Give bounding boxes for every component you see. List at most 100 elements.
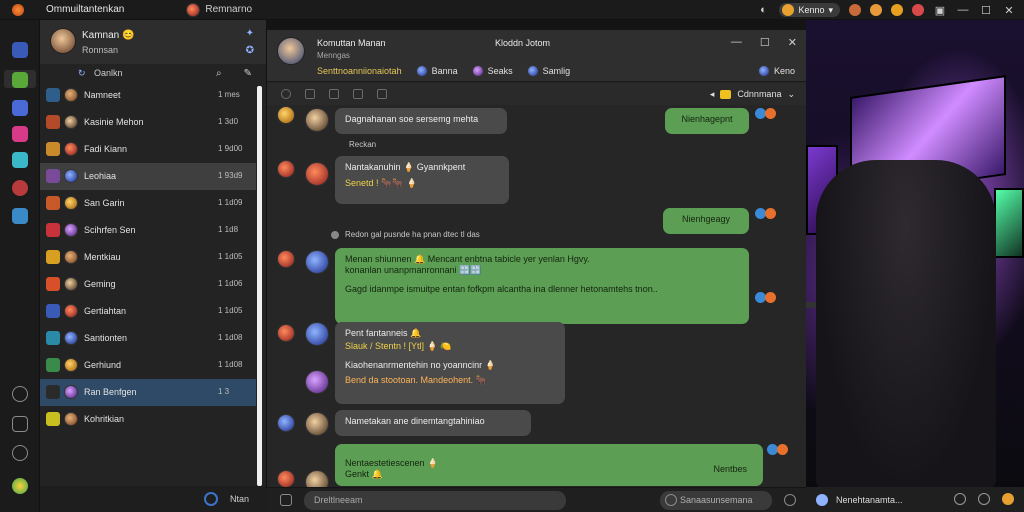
status-pill-label: Kenno: [798, 5, 825, 15]
chat-avatar: [64, 115, 78, 129]
outgoing-message[interactable]: Nentaestetiescenen 🍦 Genkt 🔔 Nentbes: [335, 444, 763, 486]
outgoing-message[interactable]: Menan shiunnen 🔔 Mencant enbtna tabicle …: [335, 248, 749, 324]
chat-name: Kasinie Mehon: [84, 117, 144, 127]
pin-icon[interactable]: [377, 89, 387, 99]
rail-app-icon-1[interactable]: [12, 42, 28, 58]
chat-list-item[interactable]: Geming 1 1d06: [40, 271, 256, 298]
share-icon[interactable]: [954, 493, 966, 505]
members-online[interactable]: Senttnoanniionaiotah: [317, 66, 402, 76]
outgoing-message[interactable]: Nienhagepnt: [665, 108, 749, 134]
chat-name: Santionten: [84, 333, 128, 343]
rail-app-icon-6[interactable]: [12, 180, 28, 196]
chat-list-item[interactable]: Leohiaa 1 93d9: [40, 163, 256, 190]
notification-icon[interactable]: [912, 4, 924, 16]
reaction-icons[interactable]: [755, 108, 779, 122]
message-bubble[interactable]: Nantakanuhin 🍦 Gyannkpent Senetd ! 🐂🐂 🍦: [335, 156, 509, 204]
chat-list-item[interactable]: Gerhiund 1 1d08: [40, 352, 256, 379]
chat-avatar[interactable]: [277, 37, 305, 65]
rail-app-icon-7[interactable]: [12, 208, 28, 224]
attach-icon[interactable]: [280, 494, 292, 506]
minimize-button[interactable]: —: [956, 4, 970, 16]
sender-avatar: [305, 370, 329, 394]
close-button[interactable]: ✕: [1002, 4, 1016, 17]
close-button[interactable]: ✕: [788, 36, 797, 49]
sender-avatar: [277, 160, 295, 178]
current-user[interactable]: Remnarno: [186, 2, 252, 17]
secondary-input[interactable]: Sanaasunsemana: [660, 491, 772, 510]
member-name: Seaks: [487, 66, 513, 76]
outgoing-message[interactable]: Nienhgeagy: [663, 208, 749, 234]
bell-icon[interactable]: ✪: [246, 45, 254, 56]
chat-time: 1 mes: [218, 90, 240, 99]
image-icon[interactable]: [329, 89, 339, 99]
chat-list-item[interactable]: Fadi Kiann 1 9d00: [40, 136, 256, 163]
member-1[interactable]: Banna: [415, 65, 458, 77]
search-icon[interactable]: ⌕: [216, 68, 222, 79]
chat-list-item[interactable]: Ran Benfgen 1 3: [40, 379, 256, 406]
background-image: [806, 20, 1024, 487]
maximize-button[interactable]: ☐: [979, 4, 993, 17]
chat-list-item[interactable]: San Garin 1 1d09: [40, 190, 256, 217]
rail-files-icon[interactable]: [12, 416, 28, 432]
channel-icon: [46, 223, 60, 237]
header-right[interactable]: Keno: [757, 65, 795, 77]
profile-card[interactable]: Kamnan 😊 Ronnsan ✦ ✪: [40, 20, 266, 64]
minimize-button[interactable]: —: [731, 36, 742, 49]
chat-list-item[interactable]: Scihrfen Sen 1 1d8: [40, 217, 256, 244]
window-icon[interactable]: ▣: [933, 4, 947, 17]
sender-avatar: [277, 324, 295, 342]
message-bubble[interactable]: Nametakan ane dinemtangtahiniao: [335, 410, 531, 436]
channel-icon: [46, 88, 60, 102]
rail-app-icon-4[interactable]: [12, 126, 28, 142]
chat-sidebar: Kamnan 😊 Ronnsan ✦ ✪ ↻ Oanlkn ⌕ ✎ Namnee…: [40, 20, 266, 512]
refresh-icon[interactable]: ↻: [78, 68, 86, 79]
message-bubble[interactable]: Pent fantanneis 🔔 Slauk / Stentn ! [Ytl]…: [335, 322, 565, 404]
message-input[interactable]: Dreltlneeam: [304, 491, 566, 510]
channel-icon: [46, 331, 60, 345]
moon-icon[interactable]: ◐: [756, 4, 770, 16]
profile-icon[interactable]: [891, 4, 903, 16]
chat-list-item[interactable]: Santionten 1 1d08: [40, 325, 256, 352]
member-2[interactable]: Seaks: [471, 65, 513, 77]
reply-icon[interactable]: [281, 89, 291, 99]
share-icon[interactable]: ✦: [246, 28, 254, 39]
toolbar-right[interactable]: ◂ Cdnnmana ⌄: [710, 89, 795, 100]
member-3[interactable]: Samlig: [526, 65, 570, 77]
rail-app-icon-5[interactable]: [12, 152, 28, 168]
attach-icon[interactable]: [305, 89, 315, 99]
avatar-icon[interactable]: [849, 4, 861, 16]
maximize-button[interactable]: ☐: [760, 36, 770, 49]
globe-icon[interactable]: [204, 492, 218, 506]
chat-toolbar: ◂ Cdnnmana ⌄: [267, 83, 807, 105]
chat-list-item[interactable]: Kasinie Mehon 1 3d0: [40, 109, 256, 136]
chat-avatar: [64, 88, 78, 102]
rail-settings-icon[interactable]: [12, 386, 28, 402]
reaction-icons[interactable]: [755, 292, 779, 306]
rail-app-icon-2[interactable]: [12, 72, 28, 88]
rail-store-icon[interactable]: [12, 478, 28, 494]
sidebar-scrollbar[interactable]: [257, 86, 262, 486]
message-text: Pent fantanneis 🔔: [345, 328, 422, 338]
rail-help-icon[interactable]: [12, 445, 28, 461]
message-text: konanlan unanpmanronnani 🔡🔡: [345, 265, 482, 275]
rail-app-icon-3[interactable]: [12, 100, 28, 116]
coin-icon: [782, 4, 795, 16]
channel-icon: [46, 250, 60, 264]
crop-icon[interactable]: [353, 89, 363, 99]
chat-name: Gerhiund: [84, 360, 122, 370]
message-bubble[interactable]: Dagnahanan soe sersemg mehta: [335, 108, 507, 134]
user-icon[interactable]: [978, 493, 990, 505]
status-pill[interactable]: Kenno ▾: [779, 3, 840, 17]
chat-list-item[interactable]: Namneet 1 mes: [40, 82, 256, 109]
reaction-icons[interactable]: [767, 444, 791, 458]
channel-icon: [46, 358, 60, 372]
game-icon[interactable]: [1002, 493, 1014, 505]
message-text: Slauk / Stentn ! [Ytl] 🍦 🍋: [345, 341, 452, 351]
send-icon[interactable]: [784, 494, 796, 506]
chat-list-item[interactable]: Mentkiau 1 1d05: [40, 244, 256, 271]
compose-icon[interactable]: ✎: [244, 68, 252, 79]
settings-icon[interactable]: [870, 4, 882, 16]
reaction-icons[interactable]: [755, 208, 779, 222]
chat-list-item[interactable]: Gertiahtan 1 1d05: [40, 298, 256, 325]
chat-list-item[interactable]: Kohritkian: [40, 406, 256, 433]
